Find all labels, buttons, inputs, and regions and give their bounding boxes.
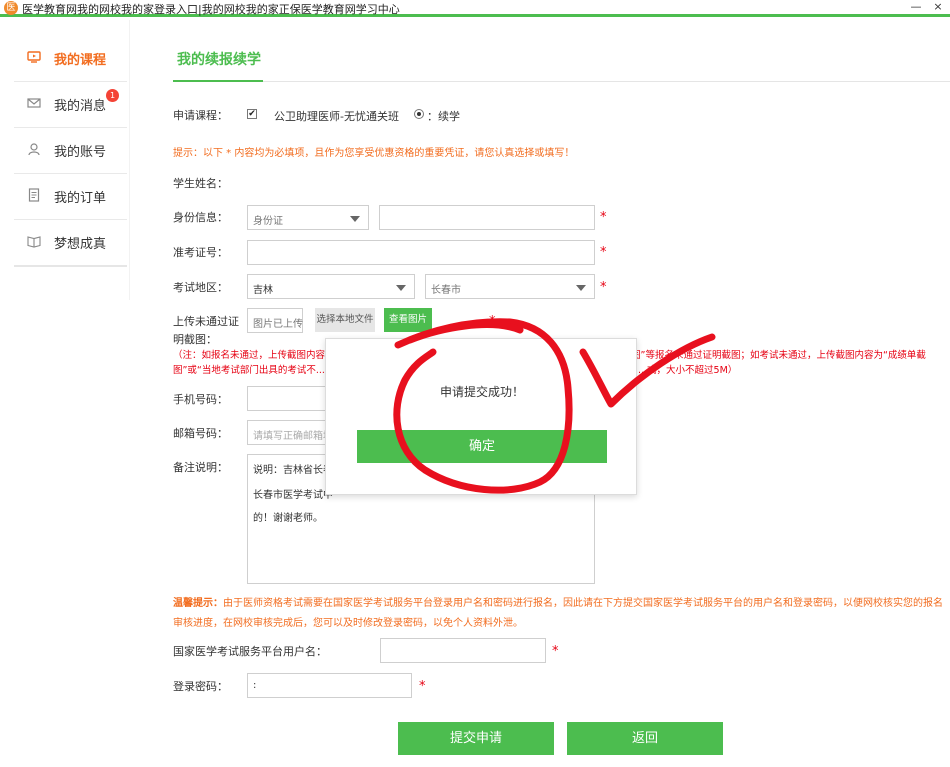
book-icon	[26, 234, 42, 250]
remark-label: 备注说明：	[173, 461, 228, 474]
phone-label: 手机号码：	[173, 393, 228, 406]
sidebar-item-label: 梦想成真	[54, 237, 107, 252]
chevron-down-icon	[576, 285, 586, 291]
sidebar-item-account[interactable]: 我的账号	[14, 128, 127, 174]
course-label: 申请课程：	[173, 109, 228, 122]
chevron-down-icon	[396, 285, 406, 291]
exam-number-input[interactable]	[247, 240, 595, 265]
sidebar-item-orders[interactable]: 我的订单	[14, 174, 127, 220]
password-input[interactable]: :	[247, 673, 412, 698]
sidebar: 我的课程 我的消息 1 我的账号 我的订单 梦想成真	[0, 20, 130, 300]
required-mark: *	[600, 245, 607, 260]
id-label: 身份信息：	[173, 211, 228, 224]
course-icon	[26, 50, 42, 66]
close-button[interactable]: ×	[928, 0, 948, 16]
remark-line: 的！谢谢老师。	[253, 513, 323, 524]
upload-note-line2b: ...式，大小不超过5M）	[638, 365, 738, 376]
continue-radio[interactable]	[414, 109, 424, 119]
id-number-input[interactable]	[379, 205, 595, 230]
required-mark: *	[600, 280, 607, 295]
sidebar-item-label: 我的订单	[54, 191, 107, 206]
password-label: 登录密码：	[173, 680, 228, 693]
id-type-value: 身份证	[253, 216, 283, 227]
sidebar-item-label: 我的消息	[54, 99, 107, 114]
view-image-button[interactable]: 查看图片	[384, 308, 432, 332]
required-mark: *	[552, 644, 559, 659]
submit-button[interactable]: 提交申请	[398, 722, 554, 755]
platform-username-input[interactable]	[380, 638, 546, 663]
window-titlebar: 医 医学教育网我的网校我的家登录入口|我的网校我的家正保医学教育网学习中心 — …	[0, 0, 950, 17]
remark-line: 说明：吉林省长春	[253, 465, 333, 476]
region-label: 考试地区：	[173, 281, 228, 294]
course-checkbox[interactable]: ✔	[247, 109, 257, 119]
required-mark: *	[419, 679, 426, 694]
city-select[interactable]: 长春市	[425, 274, 595, 299]
continue-option-label: ：续学	[427, 110, 460, 123]
user-icon	[26, 142, 42, 158]
sidebar-item-dream[interactable]: 梦想成真	[14, 220, 127, 266]
page-title: 我的续报续学	[177, 52, 261, 68]
province-select[interactable]: 吉林	[247, 274, 415, 299]
warm-tip: 温馨提示：由于医师资格考试需要在国家医学考试服务平台登录用户名和密码进行报名，因…	[173, 594, 945, 634]
id-type-select[interactable]: 身份证	[247, 205, 369, 230]
upload-status-text: 图片已上传	[253, 319, 303, 330]
upload-label-cont: 明截图：	[173, 333, 217, 346]
window-title: 医学教育网我的网校我的家登录入口|我的网校我的家正保医学教育网学习中心	[22, 3, 400, 16]
email-placeholder: 请填写正确邮箱地	[253, 431, 333, 442]
dialog-message: 申请提交成功！	[439, 385, 524, 399]
password-value: :	[253, 680, 257, 691]
choose-file-button[interactable]: 选择本地文件	[315, 308, 375, 332]
remark-line: 长春市医学考试中	[253, 490, 333, 501]
title-divider	[173, 81, 950, 82]
upload-note-line1b: ...图”等报名未通过证明截图；如考试未通过，上传截图内容为“成绩单截	[622, 350, 926, 361]
warm-tip-title: 温馨提示：	[173, 598, 223, 609]
student-name-label: 学生姓名：	[173, 177, 228, 190]
sidebar-item-courses[interactable]: 我的课程	[14, 36, 127, 82]
required-tip: 提示：以下 * 内容均为必填项，且作为您享受优惠资格的重要凭证，请您认真选择或填…	[173, 148, 575, 159]
upload-label: 上传未通过证	[173, 315, 239, 328]
platform-username-label: 国家医学考试服务平台用户名：	[173, 645, 327, 658]
unread-badge: 1	[106, 89, 119, 102]
order-icon	[26, 188, 42, 204]
email-label: 邮箱号码：	[173, 427, 228, 440]
province-value: 吉林	[253, 285, 273, 296]
title-underline	[173, 80, 263, 82]
exam-number-label: 准考证号：	[173, 246, 228, 259]
upload-note-line1: （注：如报名未通过，上传截图内容为“...	[173, 350, 349, 361]
upload-note-line2: 图”或“当地考试部门出具的考试不...	[173, 365, 325, 376]
sidebar-item-label: 我的账号	[54, 145, 107, 160]
city-value: 长春市	[431, 285, 461, 296]
sidebar-item-messages[interactable]: 我的消息 1	[14, 82, 127, 128]
sidebar-divider	[14, 265, 127, 267]
confirm-button[interactable]: 确定	[357, 430, 607, 463]
warm-tip-text: 由于医师资格考试需要在国家医学考试服务平台登录用户名和密码进行报名，因此请在下方…	[173, 598, 943, 629]
app-logo-icon: 医	[4, 1, 18, 15]
upload-status: 图片已上传	[247, 308, 303, 333]
success-dialog: 申请提交成功！ 确定	[325, 338, 637, 495]
required-mark: *	[489, 314, 496, 329]
mail-icon	[26, 96, 42, 112]
minimize-button[interactable]: —	[906, 0, 926, 16]
course-name: 公卫助理医师-无忧通关班	[274, 110, 399, 123]
chevron-down-icon	[350, 216, 360, 222]
back-button[interactable]: 返回	[567, 722, 723, 755]
required-mark: *	[600, 210, 607, 225]
sidebar-item-label: 我的课程	[54, 53, 107, 68]
